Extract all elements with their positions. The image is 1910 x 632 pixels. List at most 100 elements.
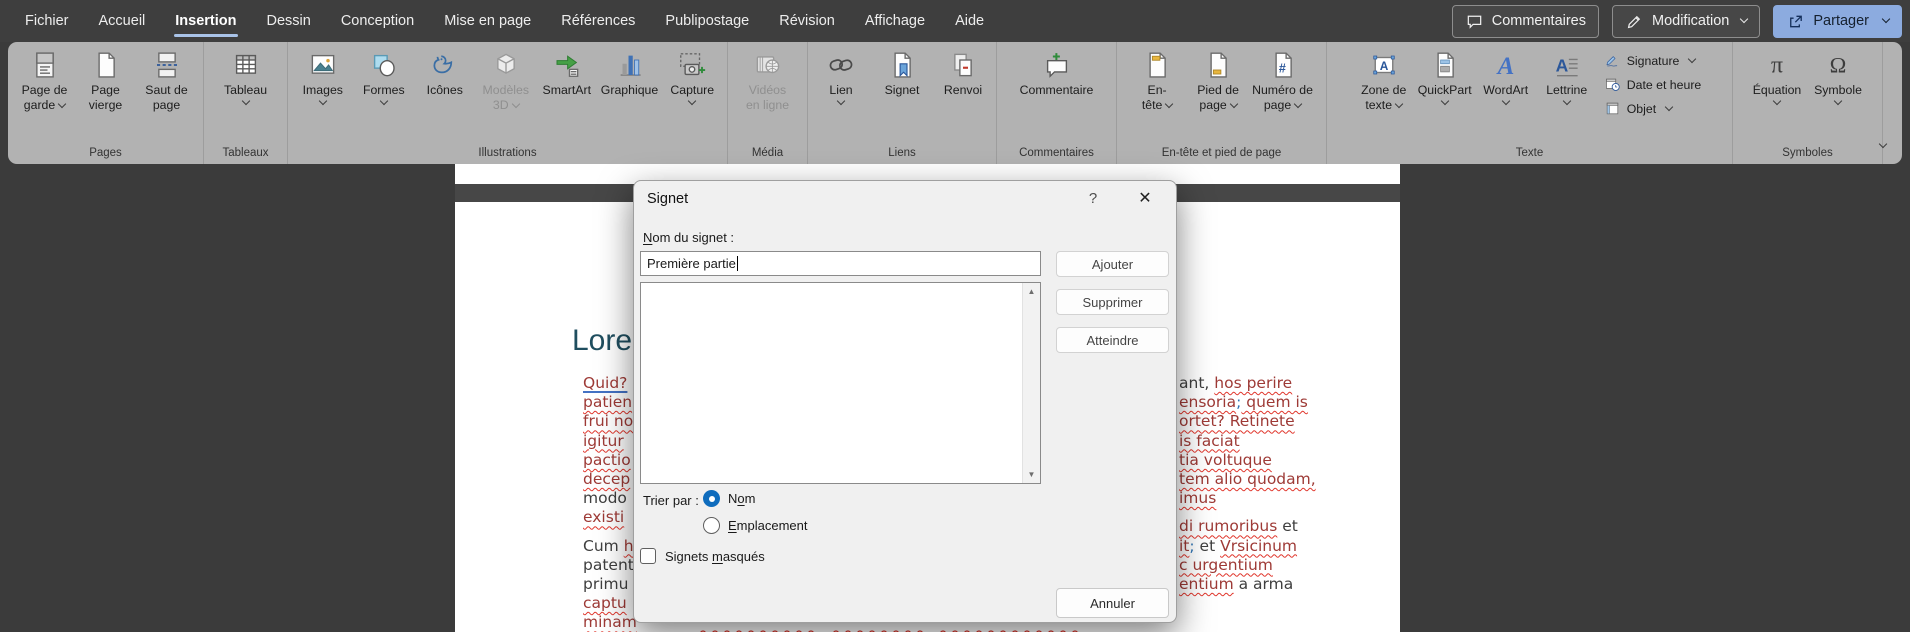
button-label: en ligne [745,97,790,112]
svg-text:π: π [1771,53,1783,79]
bookmark-name-input[interactable]: Première partie [640,251,1041,276]
ribbon-button-pied-de-page[interactable]: Pied de page [1188,46,1248,113]
ribbon-button-ic-nes[interactable]: Icônes [415,46,475,99]
ribbon-button-images[interactable]: Images [293,46,353,107]
tab-affichage[interactable]: Affichage [850,0,940,42]
ribbon-button-date-et-heure[interactable]: Date et heure [1604,76,1702,93]
scroll-down-icon[interactable]: ▼ [1023,470,1040,479]
page-number-icon: # [1268,47,1298,83]
group-label: Média [751,147,784,159]
cancel-button[interactable]: Annuler [1056,588,1169,618]
ribbon-button-signet[interactable]: Signet [872,46,932,99]
document-text-line: c urgentium [1179,555,1273,574]
ribbon-button-commentaire[interactable]: Commentaire [1017,46,1097,99]
ribbon-button-num-ro-de-page[interactable]: # Numéro de page [1249,46,1316,113]
tab-r-vision[interactable]: Révision [764,0,850,42]
cutoff-text-squiggle [700,624,818,632]
cutoff-text-squiggle [833,624,925,632]
button-label: Capture [670,83,715,97]
checkbox-icon [640,548,656,564]
footer-doc-icon [1203,47,1233,83]
document-text-line: igitur [583,431,624,450]
ribbon-button-smartart[interactable]: SmartArt [537,46,597,99]
goto-button[interactable]: Atteindre [1056,327,1169,353]
ribbon-button-symbole[interactable]: Ω Symbole [1808,46,1868,107]
chevron-down-icon [1772,96,1782,105]
document-text-line: frui no [583,412,634,431]
tab-aide[interactable]: Aide [940,0,999,42]
close-icon[interactable]: ✕ [1135,188,1155,208]
button-label: Équation [1752,83,1802,97]
ribbon-button-wordart[interactable]: A WordArt [1476,46,1536,107]
ribbon-button-quickpart[interactable]: QuickPart [1415,46,1475,107]
button-label: Objet [1626,101,1657,116]
radio-sort-name[interactable]: Nom [703,490,755,507]
group-items: Commentaire [997,42,1116,145]
page-break-icon [152,47,182,83]
button-label: Pied de [1197,83,1239,97]
tab-accueil[interactable]: Accueil [84,0,161,42]
commentaires-button[interactable]: Commentaires [1451,4,1599,38]
button-label: page [1264,98,1303,113]
delete-button[interactable]: Supprimer [1056,289,1169,315]
ribbon-button-quation[interactable]: π Équation [1747,46,1807,107]
bookmark-list[interactable]: ▲ ▼ [640,282,1041,484]
picture-icon [308,47,338,83]
document-text-line: primu [583,574,629,593]
ribbon-button-lettrine[interactable]: A Lettrine [1537,46,1597,107]
ribbon-button-formes[interactable]: Formes [354,46,414,107]
document-canvas: Lore Quid? patien frui no igitur pactio decep… [0,164,1910,632]
tab-dessin[interactable]: Dessin [252,0,326,42]
pencil-icon [1625,12,1644,31]
chevron-down-icon [1165,99,1174,108]
document-text-line: imus [1179,489,1217,508]
add-button[interactable]: Ajouter [1056,251,1169,277]
partager-button[interactable]: Partager [1773,4,1902,38]
button-label: Saut de [145,83,188,97]
ribbon-button-tableau[interactable]: Tableau [216,46,276,107]
chevron-down-icon [511,99,520,108]
tab-conception[interactable]: Conception [326,0,429,42]
tab-insertion[interactable]: Insertion [160,0,251,42]
scroll-up-icon[interactable]: ▲ [1023,287,1040,296]
tab-mise-en-page[interactable]: Mise en page [429,0,546,42]
ribbon-button-signature[interactable]: Signature [1604,52,1702,69]
ribbon-button-capture[interactable]: Capture [662,46,722,107]
tab-fichier[interactable]: Fichier [10,0,84,42]
ribbon-button-objet[interactable]: Objet [1604,100,1702,117]
button-label: Lien [829,83,853,97]
modification-button[interactable]: Modification [1612,4,1761,38]
hidden-bookmarks-checkbox-row[interactable]: Signets masqués [640,548,765,564]
ribbon-button-mod-les-3d[interactable]: Modèles 3D [476,46,536,113]
group-items: Vidéos en ligne [728,42,807,145]
ribbon-button-en-t-te[interactable]: En-tête [1127,46,1187,113]
help-icon[interactable]: ? [1084,190,1102,207]
document-text-line: ant, hos perire [1179,374,1293,392]
ribbon-button-graphique[interactable]: Graphique [598,46,661,99]
ribbon-button-zone-de-texte[interactable]: A Zone de texte [1354,46,1414,113]
cross-reference-icon [948,47,978,83]
tab-publipostage[interactable]: Publipostage [650,0,764,42]
stacked-items: Signature Date et heure Objet [1598,46,1706,117]
svg-text:Ω: Ω [1830,53,1847,78]
document-cutoff-text-line [700,624,1078,632]
title-menu-bar: Fichier Accueil Insertion Dessin Conception M… [0,0,1910,42]
ribbon-button-saut-de-page[interactable]: Saut de page [137,46,197,113]
document-text-line: patent [583,555,634,574]
chevron-down-icon [318,96,328,105]
ribbon-button-vid-os-en-ligne[interactable]: Vidéos en ligne [738,46,798,113]
document-text-line: ortet? Retinete [1179,412,1295,431]
ribbon-button-page-de-garde[interactable]: Page de garde [15,46,75,113]
tab-r-f-rences[interactable]: Références [546,0,650,42]
group-label: Pages [89,147,122,159]
button-label: Date et heure [1626,77,1702,92]
ribbon-collapse-button[interactable] [1876,136,1888,154]
ribbon-button-lien[interactable]: Lien [811,46,871,107]
input-value: Première partie [647,256,736,271]
radio-sort-location[interactable]: Emplacement [703,517,807,534]
ribbon-button-page-vierge[interactable]: Page vierge [76,46,136,113]
scrollbar[interactable]: ▲ ▼ [1022,283,1040,483]
ribbon-button-renvoi[interactable]: Renvoi [933,46,993,99]
document-text-line: tia voltuque [1179,450,1272,469]
ribbon-group-en-t-te-et-pied-de-page: En-tête Pied de page # Numéro de page En-tête … [1117,42,1327,164]
